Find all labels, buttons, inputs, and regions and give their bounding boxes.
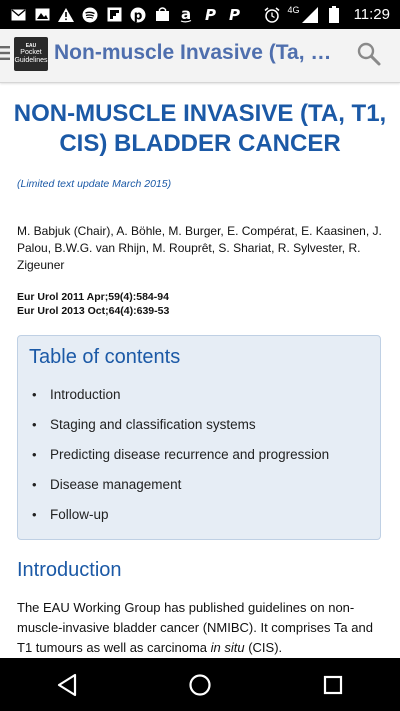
notification-icons: p a P P [0, 7, 242, 23]
table-of-contents: Table of contents • Introduction • Staging… [17, 335, 381, 540]
home-button[interactable] [180, 665, 220, 705]
toc-title: Table of contents [29, 346, 181, 368]
toc-item-introduction[interactable]: • Introduction [32, 384, 329, 414]
bullet-icon: • [32, 507, 37, 522]
app-logo[interactable]: EAU Pocket Guidelines [14, 37, 48, 71]
paypal-icon-2: P [226, 7, 242, 23]
battery-icon [326, 6, 342, 23]
update-note: (Limited text update March 2015) [17, 178, 172, 190]
svg-text:P: P [229, 7, 240, 22]
svg-text:p: p [134, 8, 143, 22]
bullet-icon: • [32, 447, 37, 462]
reference-item: Eur Urol 2011 Apr;59(4):584-94 [17, 291, 169, 303]
photo-icon [34, 7, 50, 23]
system-status: 4G 11:29 [264, 4, 400, 23]
amazon-icon: a [178, 7, 194, 23]
toc-item-predicting[interactable]: • Predicting disease recurrence and progr… [32, 444, 329, 474]
toc-item-disease-management[interactable]: • Disease management [32, 474, 329, 504]
bullet-icon: • [32, 417, 37, 432]
flipboard-icon [106, 7, 122, 23]
bullet-icon: • [32, 387, 37, 402]
article-content[interactable]: NON-MUSCLE INVASIVE (TA, T1, CIS) BLADDE… [0, 83, 400, 658]
paypal-icon: P [202, 7, 218, 23]
app-bar: EAU Pocket Guidelines Non-muscle Invasiv… [0, 29, 400, 83]
reference-item: Eur Urol 2013 Oct;64(4):639-53 [17, 305, 170, 317]
toc-item-follow-up[interactable]: • Follow-up [32, 504, 329, 534]
author-list: M. Babjuk (Chair), A. Böhle, M. Burger, … [17, 224, 382, 272]
shopping-bag-icon [154, 7, 170, 23]
bullet-icon: • [32, 477, 37, 492]
page-title: NON-MUSCLE INVASIVE (TA, T1, CIS) BLADDE… [13, 100, 387, 157]
section-heading-introduction: Introduction [17, 559, 122, 581]
intro-paragraph: The EAU Working Group has published guid… [17, 600, 373, 655]
toc-item-staging[interactable]: • Staging and classification systems [32, 414, 329, 444]
status-bar: p a P P 4G 11:29 [0, 0, 400, 29]
spotify-icon [82, 7, 98, 23]
network-type: 4G [287, 4, 300, 15]
journal-references: Eur Urol 2011 Apr;59(4):584-94 Eur Urol … [17, 290, 169, 318]
search-icon[interactable] [356, 41, 382, 67]
app-bar-title: Non-muscle Invasive (Ta, T1, C... [54, 41, 344, 64]
menu-icon[interactable] [0, 43, 12, 63]
warning-icon [58, 7, 74, 23]
pinterest-icon: p [130, 7, 146, 23]
toc-list: • Introduction • Staging and classificatio… [32, 384, 329, 534]
alarm-icon [264, 6, 280, 23]
navigation-bar [0, 658, 400, 711]
svg-text:P: P [205, 7, 216, 22]
recent-apps-button[interactable] [313, 665, 353, 705]
clock: 11:29 [353, 6, 390, 23]
signal-icon [301, 6, 318, 23]
mail-icon [10, 7, 26, 23]
back-button[interactable] [47, 665, 87, 705]
